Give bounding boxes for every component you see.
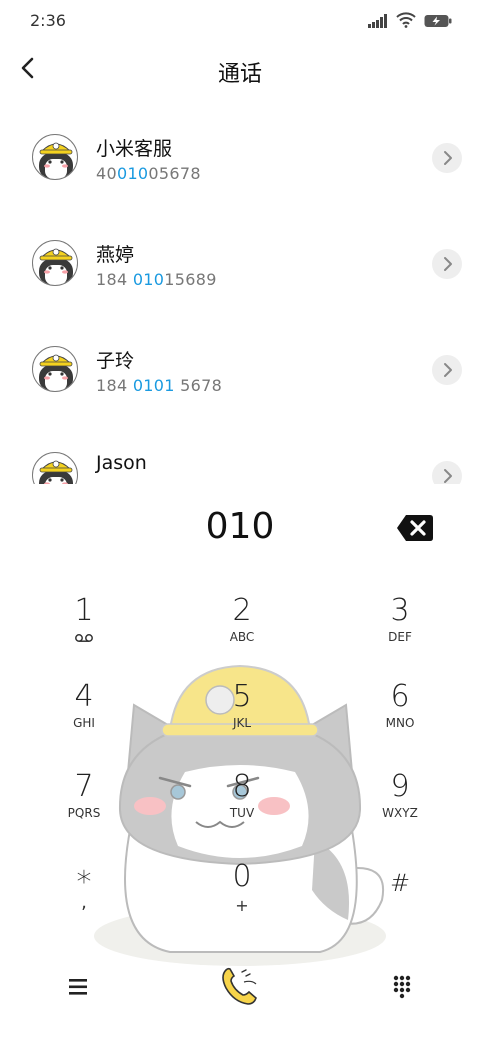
contact-number: 184 0101 5678 <box>96 376 223 395</box>
key-letters: TUV <box>229 806 255 820</box>
contact-name: Jason <box>96 452 147 474</box>
key-hash[interactable]: # <box>340 866 460 936</box>
dialpad-button[interactable] <box>388 972 416 1000</box>
contact-number: 4001005678 <box>96 164 201 183</box>
status-time: 2:36 <box>30 11 66 30</box>
key-digit: 7 <box>74 769 94 804</box>
call-button[interactable] <box>216 962 264 1008</box>
status-icons <box>368 12 452 28</box>
key-digit: 4 <box>74 679 94 714</box>
page-title: 通话 <box>217 62 262 87</box>
key-letters: ABC <box>229 630 255 644</box>
contact-row[interactable]: 子玲 184 0101 5678 <box>0 314 480 420</box>
contact-name: 子玲 <box>96 350 135 372</box>
key-letters: + <box>235 896 249 915</box>
menu-button[interactable] <box>62 972 94 1002</box>
avatar <box>32 346 78 392</box>
signal-icon <box>368 14 388 28</box>
chevron-right-icon <box>444 257 452 271</box>
contact-detail-button[interactable] <box>432 249 462 279</box>
key-3[interactable]: 3 DEF <box>340 594 460 664</box>
menu-icon <box>69 979 87 995</box>
key-digit: # <box>389 869 411 897</box>
key-5[interactable]: 5 JKL <box>182 680 302 750</box>
contact-row[interactable]: Jason <box>0 420 480 484</box>
app-header: 通话 <box>0 44 480 96</box>
backspace-icon <box>397 515 433 541</box>
voicemail-icon <box>24 628 144 642</box>
key-digit: 1 <box>74 593 94 628</box>
key-digit: 9 <box>390 769 410 804</box>
backspace-button[interactable] <box>396 514 434 542</box>
chevron-right-icon <box>444 363 452 377</box>
key-0[interactable]: 0 + <box>182 860 302 930</box>
battery-icon <box>424 15 452 27</box>
key-1[interactable]: 1 <box>24 594 144 664</box>
avatar <box>32 240 78 286</box>
dial-input[interactable]: 010 <box>0 500 480 556</box>
contact-row[interactable]: 燕婷 184 01015689 <box>0 208 480 314</box>
chevron-right-icon <box>444 151 452 165</box>
key-digit: 5 <box>232 679 252 714</box>
wifi-icon <box>396 12 416 28</box>
key-8[interactable]: 8 TUV <box>182 770 302 840</box>
contact-detail-button[interactable] <box>432 143 462 173</box>
key-star[interactable]: * , <box>24 866 144 936</box>
status-bar: 2:36 <box>0 0 480 42</box>
key-6[interactable]: 6 MNO <box>340 680 460 750</box>
contact-name: 小米客服 <box>96 138 173 160</box>
key-letters: DEF <box>388 630 412 644</box>
key-7[interactable]: 7 PQRS <box>24 770 144 840</box>
dialpad-icon <box>393 975 411 999</box>
contact-number: 184 01015689 <box>96 270 217 289</box>
key-letters: GHI <box>73 716 95 730</box>
contact-name: 燕婷 <box>96 244 135 266</box>
key-digit: 2 <box>232 593 252 628</box>
contact-list[interactable]: 小米客服 4001005678 燕婷 184 01015689 子玲 184 0… <box>0 102 480 484</box>
contact-row[interactable]: 小米客服 4001005678 <box>0 102 480 208</box>
key-2[interactable]: 2 ABC <box>182 594 302 664</box>
key-9[interactable]: 9 WXYZ <box>340 770 460 840</box>
avatar <box>32 134 78 180</box>
key-digit: 0 <box>232 859 252 894</box>
call-icon <box>222 967 257 1005</box>
key-letters: , <box>81 892 87 913</box>
key-letters: JKL <box>232 716 252 730</box>
chevron-right-icon <box>444 469 452 483</box>
key-letters: PQRS <box>67 806 101 820</box>
key-letters: MNO <box>385 716 415 730</box>
key-digit: 6 <box>390 679 410 714</box>
key-letters: WXYZ <box>382 806 418 820</box>
contact-detail-button[interactable] <box>432 461 462 484</box>
contact-detail-button[interactable] <box>432 355 462 385</box>
key-4[interactable]: 4 GHI <box>24 680 144 750</box>
key-digit: 8 <box>232 769 252 804</box>
avatar <box>32 452 78 484</box>
key-digit: 3 <box>390 593 410 628</box>
